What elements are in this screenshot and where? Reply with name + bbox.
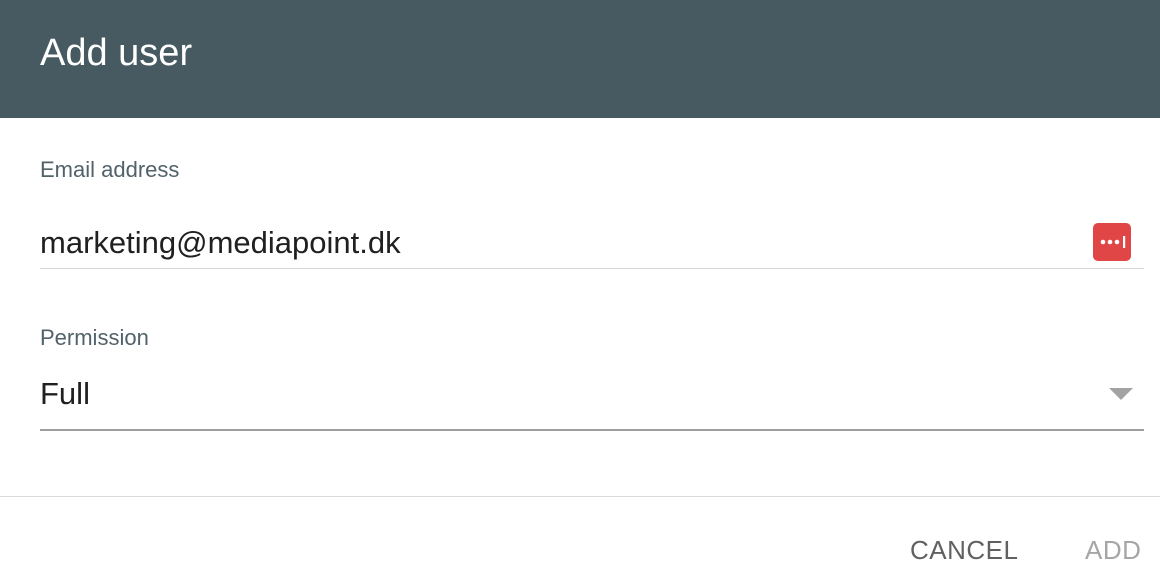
password-manager-icon[interactable] (1093, 223, 1131, 261)
footer-divider (0, 496, 1160, 497)
dialog-header: Add user (0, 0, 1160, 118)
chevron-down-icon[interactable] (1109, 388, 1133, 400)
permission-underline (40, 429, 1144, 431)
cancel-button[interactable]: CANCEL (910, 533, 1018, 567)
add-button[interactable]: ADD (1085, 533, 1141, 567)
permission-label: Permission (40, 325, 149, 350)
dots-icon (1100, 236, 1126, 248)
permission-selected-value: Full (40, 376, 90, 411)
dialog-title: Add user (40, 32, 193, 74)
email-field[interactable] (40, 220, 1090, 266)
email-underline (40, 268, 1144, 269)
email-label: Email address (40, 157, 180, 182)
permission-select[interactable]: Full (40, 370, 1144, 431)
add-user-dialog: Add user Email address Permission Full C… (0, 0, 1160, 580)
